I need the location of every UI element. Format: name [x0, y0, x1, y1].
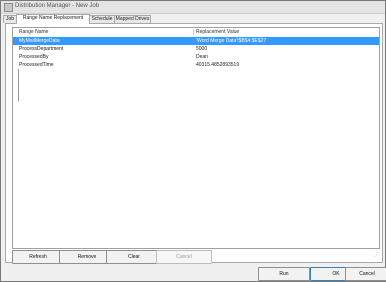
cancel-button[interactable]: Cancel [345, 267, 386, 281]
column-header-range-name[interactable]: Range Name [19, 28, 48, 36]
table-row[interactable]: ProcessDepartment 5000 [13, 45, 379, 53]
column-header-replacement-value[interactable]: Replacement Value [196, 28, 239, 36]
range-name-cell[interactable]: ProcessDepartment [19, 45, 63, 53]
grid-cancel-button[interactable]: Cancel [156, 250, 212, 264]
run-button[interactable]: Run [258, 267, 310, 281]
column-separator[interactable] [193, 29, 194, 35]
table-row[interactable]: MyMailMergeData 'Word Merge Data'!$B$4:$… [13, 37, 379, 45]
new-row-marker [18, 77, 19, 85]
window-title: Distribution Manager - New Job [15, 3, 100, 9]
new-row-marker [18, 93, 19, 101]
tab-job[interactable]: Job [3, 15, 17, 23]
new-row-marker [18, 69, 19, 77]
grid-header: Range Name Replacement Value [13, 28, 379, 36]
tab-mapped-drives[interactable]: Mapped Drives [114, 15, 151, 23]
table-row[interactable]: ProcessedBy Dean [13, 53, 379, 61]
distribution-manager-window: Distribution Manager - New Job Job Range… [0, 0, 386, 282]
tab-schedule[interactable]: Schedule [89, 15, 115, 23]
tab-range-name-replacement[interactable]: Range Name Replacement [16, 14, 90, 24]
range-name-cell[interactable]: ProcessedBy [19, 53, 48, 61]
replacement-value-cell[interactable]: 5000 [196, 45, 207, 53]
replacement-value-cell[interactable]: 'Word Merge Data'!$B$4:$E$27 [196, 37, 266, 45]
app-icon [4, 3, 13, 12]
title-bar[interactable]: Distribution Manager - New Job [1, 1, 385, 14]
range-name-cell[interactable]: MyMailMergeData [19, 37, 60, 45]
range-name-replacement-panel: Range Name Replacement Value MyMailMerge… [5, 23, 383, 264]
refresh-button[interactable]: Refresh [12, 250, 64, 264]
new-row-marker [18, 85, 19, 93]
range-name-cell[interactable]: ProcessedTime [19, 61, 54, 69]
table-row[interactable]: ProcessedTime 40315.4852893519 [13, 61, 379, 69]
clear-button[interactable]: Clear [106, 250, 162, 264]
range-replacement-grid[interactable]: Range Name Replacement Value MyMailMerge… [12, 27, 380, 249]
replacement-value-cell[interactable]: 40315.4852893519 [196, 61, 239, 69]
replacement-value-cell[interactable]: Dean [196, 53, 208, 61]
resize-grip-icon[interactable]: ⋰ [374, 252, 379, 258]
